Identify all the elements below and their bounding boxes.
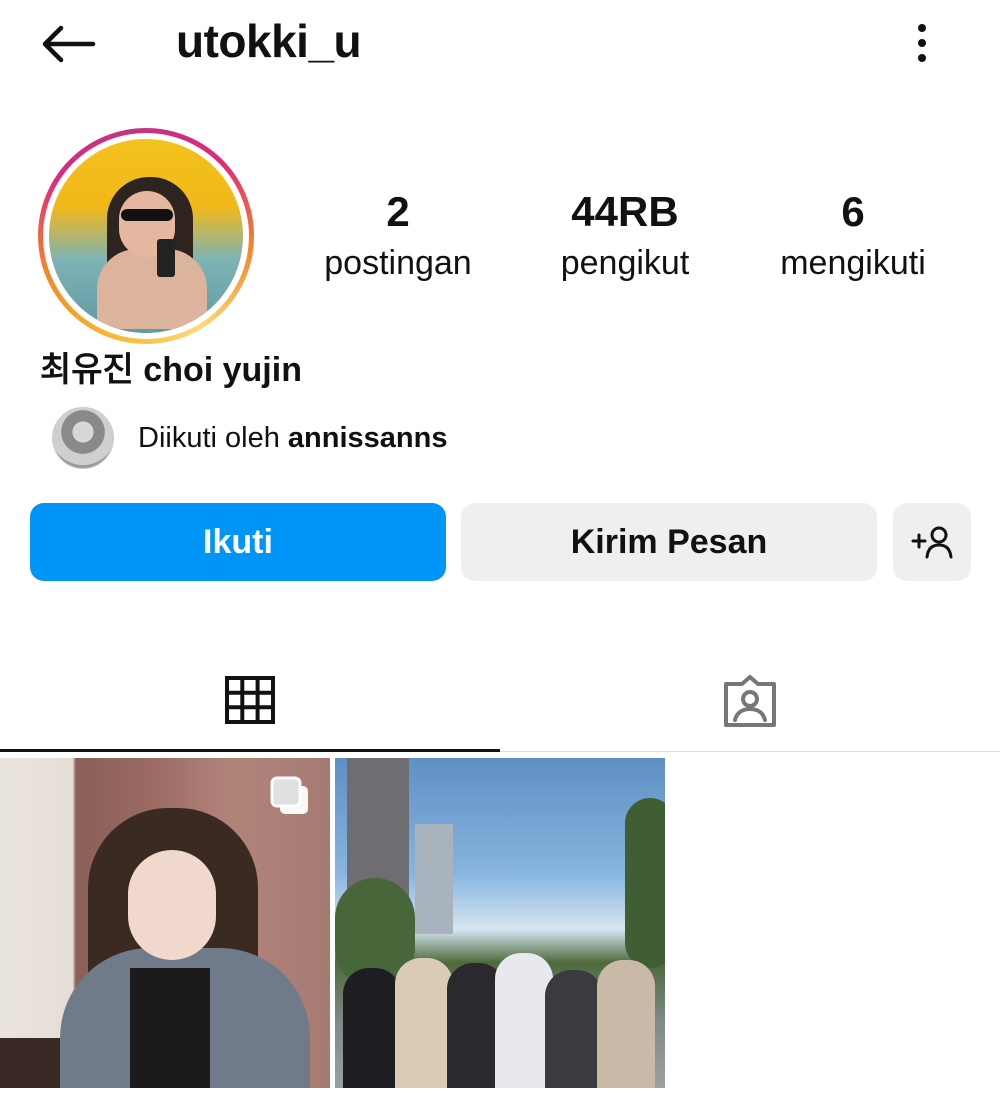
- profile-stats: 2 postingan 44RB pengikut 6 mengikuti: [290, 186, 970, 296]
- stat-following-label: mengikuti: [780, 244, 926, 282]
- stat-followers[interactable]: 44RB pengikut: [515, 186, 735, 288]
- grid-icon: [225, 675, 275, 724]
- suggested-accounts-button[interactable]: [893, 503, 971, 581]
- followed-by-row[interactable]: Diikuti oleh annissanns: [52, 406, 447, 470]
- tab-tagged[interactable]: [500, 650, 1000, 752]
- group-photo: [335, 948, 665, 1088]
- stat-following[interactable]: 6 mengikuti: [743, 186, 963, 288]
- stat-posts[interactable]: 2 postingan: [288, 186, 508, 288]
- profile-username: utokki_u: [176, 15, 362, 67]
- send-message-button[interactable]: Kirim Pesan: [461, 503, 877, 581]
- followed-by-prefix: Diikuti oleh: [138, 421, 288, 454]
- post-thumbnail[interactable]: [0, 758, 330, 1088]
- follow-button[interactable]: Ikuti: [30, 503, 446, 581]
- more-dot-icon: [918, 39, 926, 47]
- followed-by-username: annissanns: [287, 421, 448, 454]
- profile-avatar: [49, 139, 243, 333]
- stat-followers-label: pengikut: [560, 244, 690, 282]
- add-person-icon: [911, 526, 953, 559]
- stat-posts-value: 2: [386, 188, 410, 235]
- tagged-icon: [724, 675, 776, 727]
- post-thumbnail[interactable]: [335, 758, 665, 1088]
- mutual-follower-avatar: [52, 407, 114, 469]
- arrow-left-icon: [42, 25, 96, 63]
- profile-tabs: [0, 650, 1000, 752]
- more-dot-icon: [918, 24, 926, 32]
- profile-display-name: 최유진 choi yujin: [40, 351, 302, 389]
- followed-by-text: Diikuti oleh annissanns: [138, 422, 447, 455]
- multiple-photos-icon: [270, 776, 308, 814]
- stat-posts-label: postingan: [324, 244, 472, 282]
- top-bar: utokki_u: [0, 0, 1000, 90]
- more-options-button[interactable]: [900, 18, 944, 68]
- profile-avatar-story-ring[interactable]: [38, 128, 254, 344]
- tab-posts-grid[interactable]: [0, 650, 500, 752]
- back-button[interactable]: [38, 18, 98, 70]
- stat-followers-value: 44RB: [571, 188, 679, 235]
- more-dot-icon: [918, 54, 926, 62]
- stat-following-value: 6: [841, 188, 865, 235]
